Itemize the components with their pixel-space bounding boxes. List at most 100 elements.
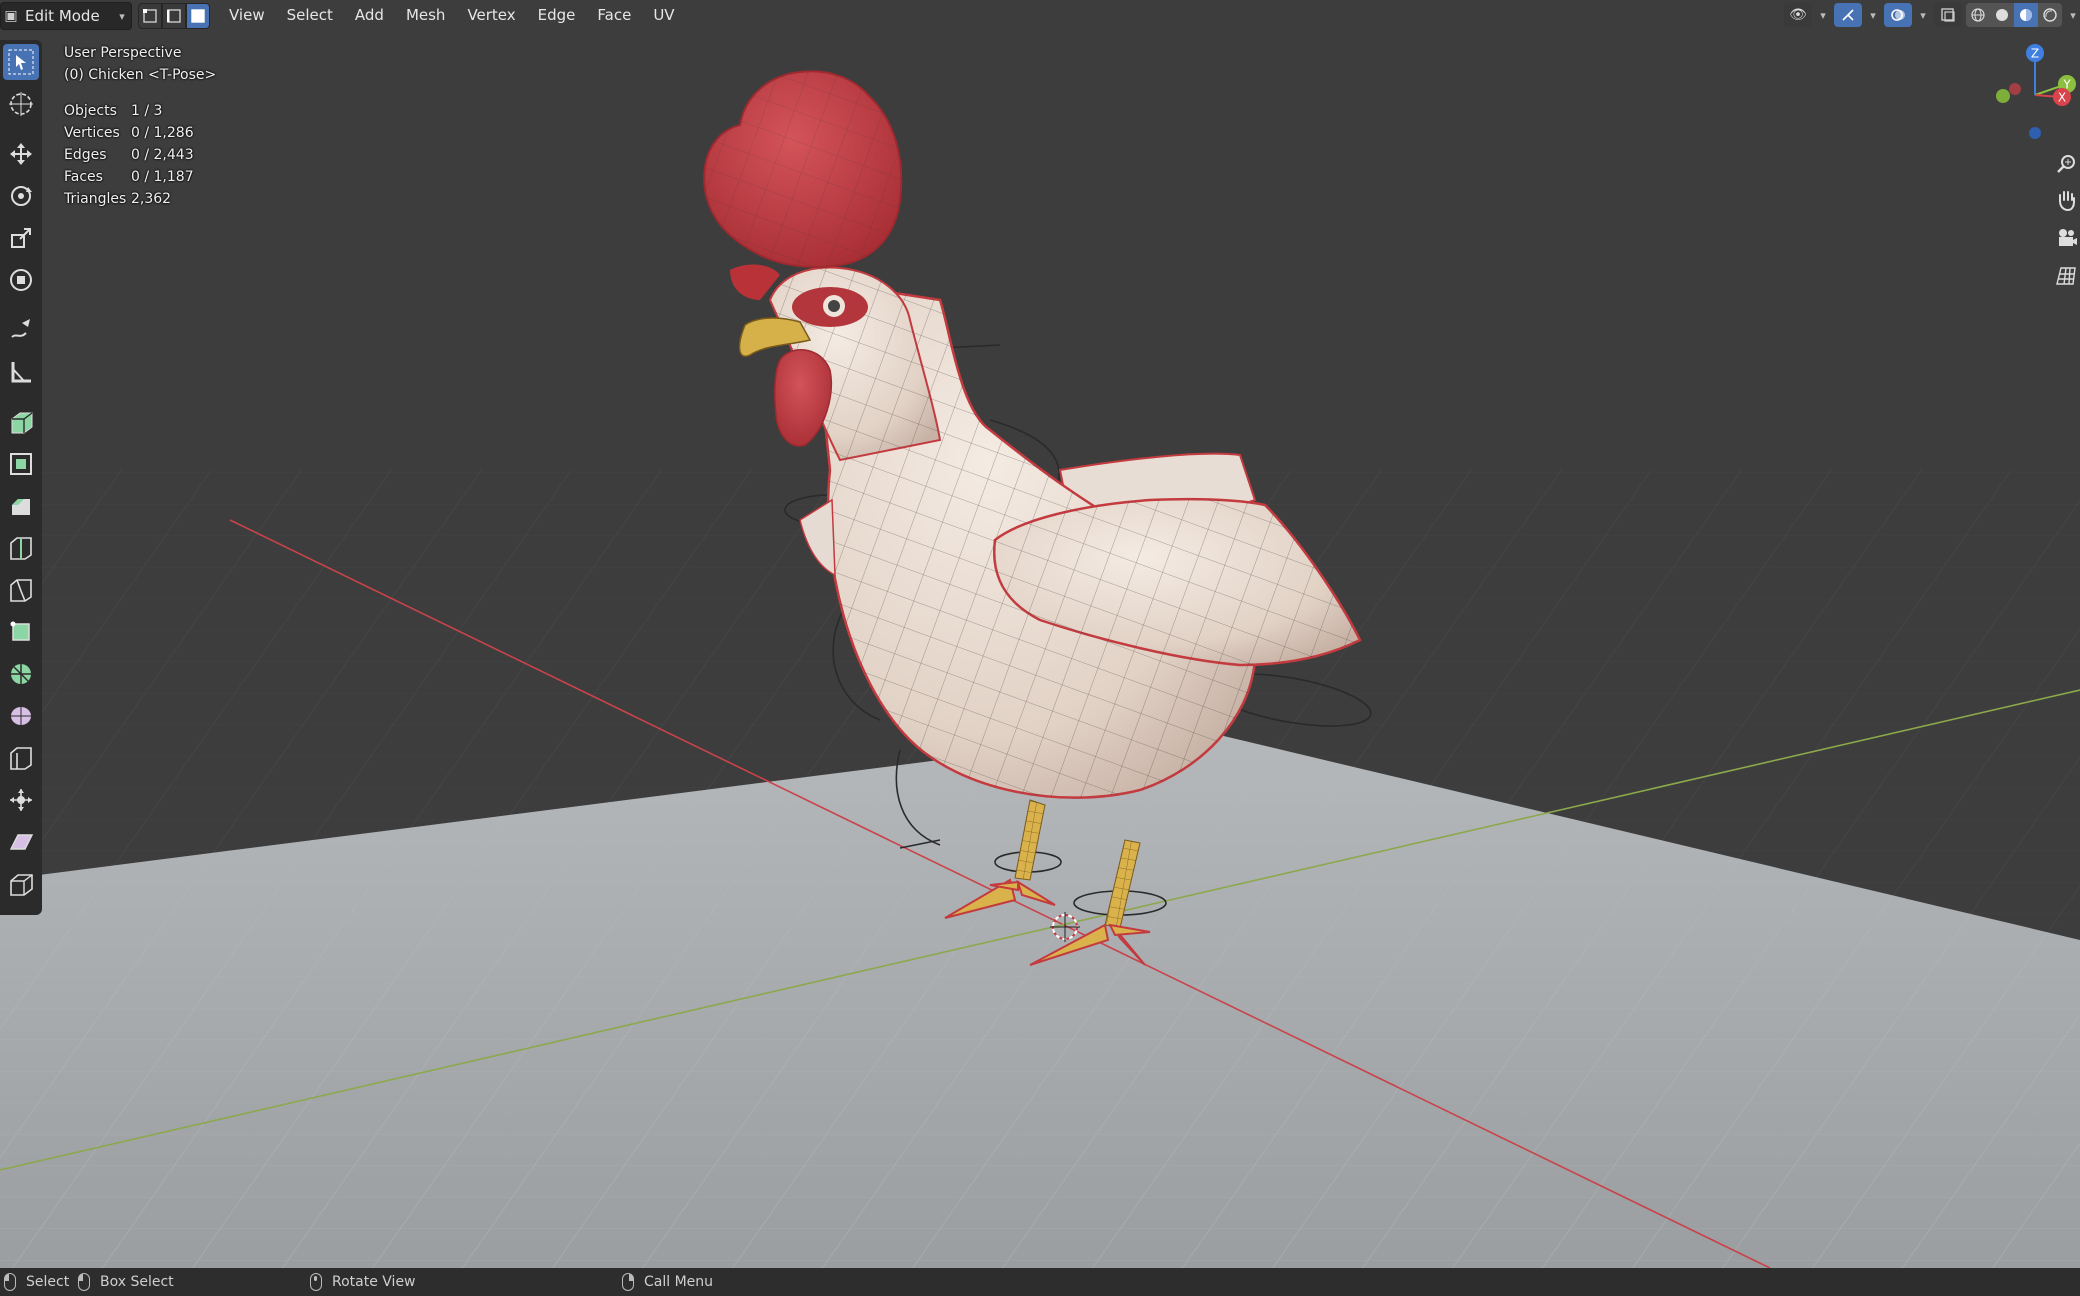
zoom-button[interactable] [2052,146,2080,182]
material-sphere-icon [2020,9,2032,21]
edit-mode-icon: ▣ [4,8,18,24]
knife-tool[interactable] [3,572,39,608]
neg-x-axis-handle[interactable] [2009,83,2021,95]
shear-tool[interactable] [3,824,39,860]
face-select-icon [191,9,205,23]
xray-icon [1941,8,1955,22]
edge-select-button[interactable] [162,3,186,29]
chevron-down-icon[interactable]: ▾ [1816,9,1830,22]
stat-row: Vertices 0 / 1,286 [64,122,194,144]
measure-tool[interactable] [3,354,39,390]
gizmo-toggle-button[interactable] [1834,3,1862,27]
neg-y-axis-handle[interactable] [1996,89,2010,103]
3d-viewport[interactable] [0,0,2080,1296]
smooth-tool[interactable] [3,698,39,734]
annotate-tool[interactable] [3,312,39,348]
camera-icon [2059,229,2077,246]
header-menu-bar: View Select Add Mesh Vertex Edge Face UV [218,0,686,30]
crosshair-cursor-icon [9,92,33,116]
stat-label: Triangles [64,191,127,207]
mode-dropdown[interactable]: ▣ Edit Mode ▾ [0,2,132,30]
move-arrows-icon [10,143,32,165]
wireframe-shading-button[interactable] [1966,3,1990,27]
ortho-toggle-button[interactable] [2052,258,2080,294]
overlay-toggle-button[interactable] [1884,3,1912,27]
spin-tool[interactable] [3,656,39,692]
solid-sphere-icon [1996,9,2008,21]
pan-button[interactable] [2052,182,2080,218]
face-select-button[interactable] [186,3,210,29]
menu-vertex[interactable]: Vertex [456,0,526,30]
stat-row: Triangles 2,362 [64,188,194,210]
stat-label: Objects [64,103,117,119]
status-select: Select [4,1268,69,1296]
neg-z-axis-handle[interactable] [2029,127,2041,139]
rendered-shading-button[interactable] [2038,3,2062,27]
inset-tool[interactable] [3,446,39,482]
mode-label: Edit Mode [25,7,100,25]
rotate-icon [11,186,32,206]
select-box-tool[interactable] [3,44,39,80]
extrude-tool[interactable] [3,404,39,440]
grid-perspective-icon [2056,267,2076,285]
move-tool[interactable] [3,136,39,172]
tool-shelf [0,40,42,915]
material-shading-button[interactable] [2014,3,2038,27]
visibility-button[interactable]: 👁 [1784,3,1812,27]
chevron-down-icon[interactable]: ▾ [2066,9,2080,22]
status-bar: Select Box Select Rotate View Call Menu [0,1268,2080,1296]
pencil-icon [11,319,30,338]
stat-value: 1 / 3 [131,103,163,119]
scale-icon [11,228,31,248]
menu-add[interactable]: Add [344,0,395,30]
ruler-icon [11,362,31,383]
shading-mode-group [1966,3,2062,27]
menu-uv[interactable]: UV [642,0,685,30]
mouse-left-icon [4,1273,16,1291]
viewport-info: User Perspective (0) Chicken <T-Pose> [64,42,216,86]
header-right-controls: 👁 ▾ ▾ ▾ ▾ [1784,2,2080,28]
zoom-magnifier-icon [2057,155,2075,173]
stat-label: Edges [64,147,107,163]
rip-region-icon [10,874,33,896]
menu-face[interactable]: Face [586,0,642,30]
chevron-down-icon[interactable]: ▾ [1916,9,1930,22]
bevel-tool[interactable] [3,488,39,524]
menu-select[interactable]: Select [276,0,344,30]
viewport-header: ▣ Edit Mode ▾ View Select Add Mesh Verte… [0,0,2080,30]
bevel-icon [12,499,30,515]
stat-row: Faces 0 / 1,187 [64,166,194,188]
stat-label: Faces [64,169,103,185]
spin-icon [11,664,31,684]
chevron-down-icon: ▾ [119,9,125,23]
mouse-drag-icon [78,1273,90,1291]
stat-label: Vertices [64,125,120,141]
vertex-select-button[interactable] [138,3,162,29]
menu-view[interactable]: View [218,0,276,30]
rip-region-tool[interactable] [3,866,39,902]
status-box-select-label: Box Select [100,1274,174,1290]
status-rotate-view-label: Rotate View [332,1274,416,1290]
scale-tool[interactable] [3,220,39,256]
solid-shading-button[interactable] [1990,3,2014,27]
edge-slide-tool[interactable] [3,740,39,776]
menu-mesh[interactable]: Mesh [395,0,457,30]
gizmo-icon [1842,9,1854,21]
status-call-menu: Call Menu [622,1268,713,1296]
status-select-label: Select [26,1274,70,1290]
poly-build-tool[interactable] [3,614,39,650]
menu-edge[interactable]: Edge [527,0,587,30]
chevron-down-icon[interactable]: ▾ [1866,9,1880,22]
navigation-gizmo[interactable]: Z Y X [1990,40,2080,150]
hand-icon [2059,191,2075,211]
camera-view-button[interactable] [2052,220,2080,256]
extrude-icon [11,412,33,434]
loop-cut-tool[interactable] [3,530,39,566]
xray-toggle-button[interactable] [1934,3,1962,27]
mouse-right-icon [622,1273,634,1291]
cursor-tool[interactable] [3,86,39,122]
shrink-fatten-tool[interactable] [3,782,39,818]
transform-tool[interactable] [3,262,39,298]
knife-icon [10,579,32,602]
rotate-tool[interactable] [3,178,39,214]
